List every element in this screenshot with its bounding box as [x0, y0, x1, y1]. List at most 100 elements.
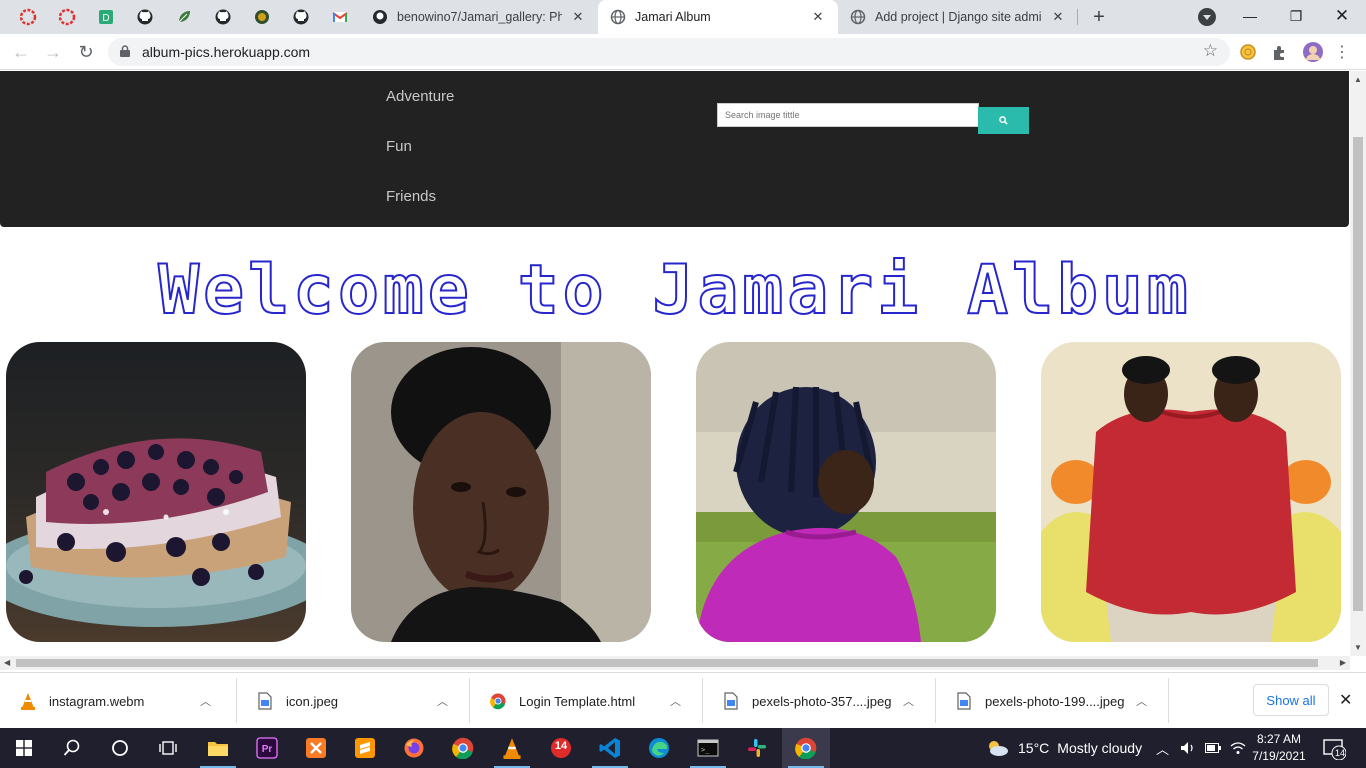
sublime-icon [355, 738, 375, 758]
vlc-button[interactable] [488, 728, 536, 768]
leaf-icon[interactable] [172, 5, 196, 29]
tab-separator [1077, 9, 1078, 25]
wifi-icon[interactable] [1230, 728, 1246, 768]
chevron-up-icon[interactable]: ︿ [200, 693, 216, 709]
restore-button[interactable]: ❐ [1273, 0, 1319, 32]
search-button[interactable] [48, 728, 96, 768]
terminal-icon: >_ [697, 739, 719, 757]
clock-date: 7/19/2021 [1252, 749, 1306, 763]
search-button[interactable] [978, 107, 1029, 134]
download-item[interactable]: pexels-photo-357....jpeg ︿ [703, 673, 935, 729]
close-icon[interactable]: ✕ [810, 9, 826, 25]
xampp-icon [306, 738, 326, 758]
notification-center-button[interactable]: 14 [1322, 736, 1347, 761]
cortana-icon [112, 740, 128, 756]
download-item[interactable]: Login Template.html ︿ [470, 673, 702, 729]
battery-icon[interactable] [1205, 728, 1221, 768]
chrome-icon [490, 693, 506, 710]
folder-icon [208, 742, 228, 756]
extensions-puzzle-icon[interactable] [1270, 42, 1290, 62]
xampp-button[interactable] [292, 728, 340, 768]
badge-app-button[interactable]: 14 [537, 728, 585, 768]
chevron-up-icon[interactable]: ︿ [437, 693, 453, 709]
scroll-right-arrow[interactable]: ▶ [1340, 658, 1346, 667]
edge-button[interactable] [635, 728, 683, 768]
nav-link-friends[interactable]: Friends [386, 188, 436, 205]
firefox-icon [404, 738, 424, 758]
search-input[interactable] [717, 103, 979, 127]
vertical-scrollbar[interactable]: ▲ ▼ [1350, 71, 1366, 656]
gallery-image-red-hoodie[interactable] [1041, 342, 1341, 642]
scroll-down-arrow[interactable]: ▼ [1354, 643, 1362, 652]
show-all-button[interactable]: Show all [1253, 684, 1329, 716]
back-button[interactable]: ← [9, 40, 33, 64]
sublime-button[interactable] [341, 728, 389, 768]
tab-jamari-album[interactable]: Jamari Album ✕ [598, 0, 838, 34]
tab-search-icon[interactable] [1198, 8, 1216, 26]
minimize-button[interactable]: — [1227, 0, 1273, 32]
system-clock[interactable]: 8:27 AM 7/19/2021 [1252, 731, 1306, 765]
opera-icon[interactable] [16, 5, 40, 29]
vlc-icon [503, 738, 521, 759]
menu-kebab-icon[interactable]: ⋮ [1330, 40, 1354, 64]
vertical-scroll-thumb[interactable] [1353, 137, 1363, 611]
github-icon[interactable] [211, 5, 235, 29]
close-icon[interactable]: ✕ [1050, 9, 1066, 25]
task-view-button[interactable] [144, 728, 192, 768]
slack-button[interactable] [733, 728, 781, 768]
svg-text:D: D [102, 13, 109, 24]
github-icon[interactable] [289, 5, 313, 29]
github-icon[interactable] [133, 5, 157, 29]
download-item[interactable]: icon.jpeg ︿ [237, 673, 469, 729]
start-button[interactable] [0, 728, 48, 768]
django-icon[interactable]: D [94, 5, 118, 29]
close-shelf-button[interactable]: ✕ [1339, 690, 1352, 710]
scroll-up-arrow[interactable]: ▲ [1354, 75, 1362, 84]
extension-coin-icon[interactable] [1238, 42, 1258, 62]
close-window-button[interactable]: ✕ [1319, 0, 1365, 32]
close-icon[interactable]: ✕ [570, 9, 586, 25]
nav-link-adventure[interactable]: Adventure [386, 88, 454, 105]
address-bar[interactable]: album-pics.herokuapp.com ☆ [108, 38, 1230, 66]
download-filename: Login Template.html [519, 693, 636, 709]
file-explorer-button[interactable] [194, 728, 242, 768]
tab-jamari-gallery-repo[interactable]: benowino7/Jamari_gallery: Photo ✕ [360, 0, 598, 34]
download-item[interactable]: pexels-photo-199....jpeg ︿ [936, 673, 1168, 729]
premiere-button[interactable]: Pr [243, 728, 291, 768]
gmail-icon[interactable] [328, 5, 352, 29]
download-filename: pexels-photo-199....jpeg [985, 693, 1125, 709]
tab-django-admin[interactable]: Add project | Django site admin ✕ [838, 0, 1078, 34]
weather-widget[interactable]: 15°C Mostly cloudy [985, 728, 1142, 768]
premiere-icon: Pr [256, 737, 278, 759]
forward-button[interactable]: → [41, 40, 65, 64]
nav-link-fun[interactable]: Fun [386, 138, 412, 155]
chevron-up-icon[interactable]: ︿ [1136, 693, 1152, 709]
chrome-button[interactable] [439, 728, 487, 768]
chevron-up-icon[interactable]: ︿ [670, 693, 686, 709]
opera-icon[interactable] [55, 5, 79, 29]
chrome-active-button[interactable] [782, 728, 830, 768]
cortana-button[interactable] [96, 728, 144, 768]
vscode-button[interactable] [586, 728, 634, 768]
show-hidden-icons[interactable]: ︿ [1156, 728, 1169, 768]
scroll-left-arrow[interactable]: ◀ [4, 658, 10, 667]
windows-taskbar: Pr 14 >_ 15°C Mostly cloudy ︿ 8:27 AM 7/… [0, 728, 1366, 768]
gallery-image-portrait[interactable] [351, 342, 651, 642]
file-icon [724, 692, 738, 710]
gallery-image-purple-jacket[interactable] [696, 342, 996, 642]
volume-icon[interactable] [1180, 728, 1196, 768]
chevron-up-icon[interactable]: ︿ [903, 693, 919, 709]
download-filename: pexels-photo-357....jpeg [752, 693, 892, 709]
bookmark-star-icon[interactable]: ☆ [1203, 41, 1218, 61]
new-tab-button[interactable]: + [1087, 5, 1111, 29]
globe-icon[interactable] [250, 5, 274, 29]
horizontal-scrollbar[interactable]: ◀ ▶ [0, 656, 1350, 670]
horizontal-scroll-thumb[interactable] [16, 659, 1318, 667]
weather-temperature: 15°C [1018, 740, 1050, 756]
terminal-button[interactable]: >_ [684, 728, 732, 768]
download-item[interactable]: instagram.webm ︿ [0, 673, 232, 729]
firefox-button[interactable] [390, 728, 438, 768]
reload-button[interactable]: ↻ [74, 40, 98, 64]
gallery-image-pancakes[interactable] [6, 342, 306, 642]
profile-avatar[interactable] [1302, 41, 1324, 63]
